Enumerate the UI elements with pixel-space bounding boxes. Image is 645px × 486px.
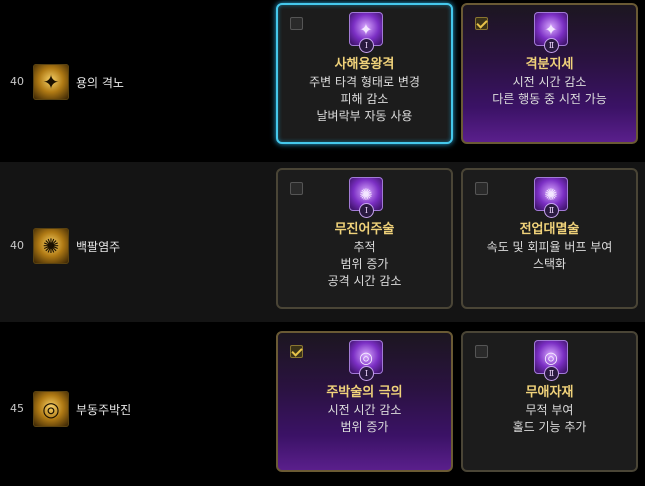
option-desc-line: 범위 증가: [340, 257, 389, 271]
option-desc-line: 다른 행동 중 시전 가능: [492, 92, 607, 106]
option-checkbox[interactable]: [475, 182, 488, 195]
skill-name: 용의 격노: [76, 76, 124, 90]
option-card-muae[interactable]: ◎ Ⅱ 무애자재 무적 부여 홀드 기능 추가: [461, 331, 638, 472]
option-checkbox[interactable]: [475, 17, 488, 30]
option-title: 사해용왕격: [334, 57, 395, 72]
skill-level: 40: [10, 75, 24, 88]
option-desc-line: 홀드 기능 추가: [512, 420, 587, 434]
option-desc-line: 시전 시간 감소: [512, 75, 587, 89]
option-card-jeoneop[interactable]: ✺ Ⅱ 전업대멸술 속도 및 회피율 버프 부여 스택화: [461, 168, 638, 309]
tier-badge: Ⅱ: [544, 203, 559, 218]
option-checkbox[interactable]: [290, 345, 303, 358]
tier-badge: Ⅰ: [359, 366, 374, 381]
skill-name: 부동주박진: [76, 403, 132, 417]
option-desc-line: 공격 시간 감소: [327, 274, 402, 288]
option-desc-line: 시전 시간 감소: [327, 403, 402, 417]
option-card-mujin[interactable]: ✺ Ⅰ 무진어주술 추적 범위 증가 공격 시간 감소: [276, 168, 453, 309]
option-title: 무애자재: [525, 385, 574, 400]
skill-row-3: 45 ◎ 부동주박진 ◎ Ⅰ 주박술의 극의 시전 시간 감소 범위 증가 ◎ …: [0, 326, 645, 486]
option-card-sahae[interactable]: ✦ Ⅰ 사해용왕격 주변 타격 형태로 변경 피해 감소 날벼락부 자동 사용: [276, 3, 453, 144]
option-card-jubak[interactable]: ◎ Ⅰ 주박술의 극의 시전 시간 감소 범위 증가: [276, 331, 453, 472]
tier-badge: Ⅱ: [544, 366, 559, 381]
option-checkbox[interactable]: [475, 345, 488, 358]
dragon-icon: ✦: [33, 64, 69, 100]
tier-badge: Ⅰ: [359, 38, 374, 53]
skill-row-2: 40 ✺ 백팔염주 ✺ Ⅰ 무진어주술 추적 범위 증가 공격 시간 감소 ✺ …: [0, 162, 645, 322]
option-desc-line: 날벼락부 자동 사용: [316, 109, 413, 123]
option-checkbox[interactable]: [290, 182, 303, 195]
option-desc-line: 무적 부여: [525, 403, 574, 417]
skill-level: 40: [10, 239, 24, 252]
skill-name: 백팔염주: [76, 240, 121, 254]
option-title: 주박술의 극의: [326, 385, 403, 400]
prayer-beads-icon: ✺: [33, 228, 69, 264]
binding-circle-icon: ◎: [33, 391, 69, 427]
option-desc-line: 스택화: [532, 257, 567, 271]
option-desc-line: 속도 및 회피율 버프 부여: [486, 240, 613, 254]
skill-row-1: 40 ✦ 용의 격노 ✦ Ⅰ 사해용왕격 주변 타격 형태로 변경 피해 감소 …: [0, 0, 645, 160]
option-desc-line: 주변 타격 형태로 변경: [309, 75, 420, 89]
option-title: 격분지세: [525, 57, 574, 72]
option-title: 전업대멸술: [519, 222, 580, 237]
option-desc-line: 추적: [353, 240, 376, 254]
tier-badge: Ⅰ: [359, 203, 374, 218]
option-desc-line: 범위 증가: [340, 420, 389, 434]
option-checkbox[interactable]: [290, 17, 303, 30]
option-card-gyeokbun[interactable]: ✦ Ⅱ 격분지세 시전 시간 감소 다른 행동 중 시전 가능: [461, 3, 638, 144]
option-title: 무진어주술: [334, 222, 395, 237]
option-desc-line: 피해 감소: [340, 92, 389, 106]
tier-badge: Ⅱ: [544, 38, 559, 53]
skill-level: 45: [10, 402, 24, 415]
